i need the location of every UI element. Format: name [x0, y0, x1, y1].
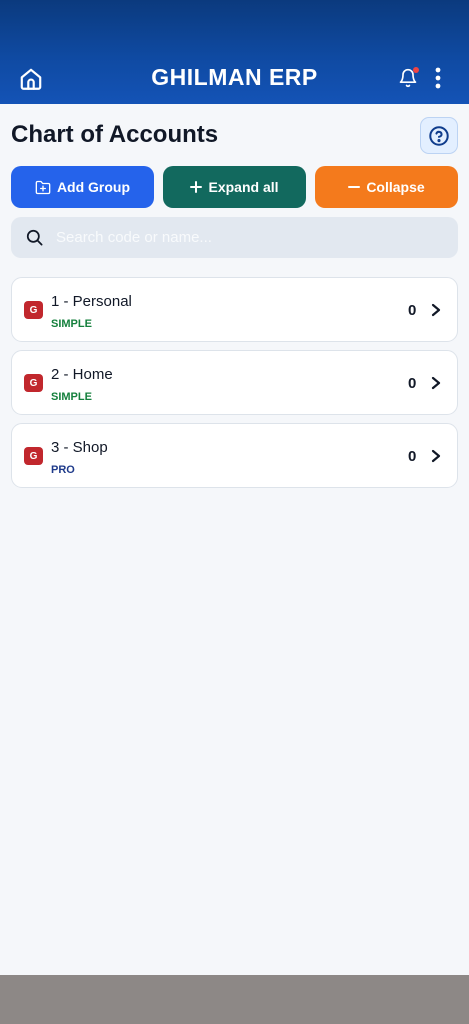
help-button[interactable]: [420, 117, 458, 154]
chevron-right-icon: [429, 374, 443, 392]
action-bar: Add Group Expand all Collapse: [11, 166, 458, 208]
page-title: Chart of Accounts: [11, 121, 219, 148]
account-name: 1 - Personal: [51, 293, 132, 310]
account-row-shop[interactable]: G 3 - Shop PRO 0: [11, 423, 458, 488]
collapse-label: Collapse: [366, 179, 425, 195]
notifications-button[interactable]: [394, 63, 422, 93]
minus-icon: [348, 186, 361, 188]
search-input[interactable]: [56, 229, 436, 246]
chevron-right-icon: [429, 447, 443, 465]
folder-plus-icon: [35, 180, 51, 194]
chevron-right-icon: [429, 301, 443, 319]
expand-all-button[interactable]: Expand all: [163, 166, 306, 208]
account-type: PRO: [51, 464, 75, 476]
expand-all-label: Expand all: [208, 179, 279, 195]
add-group-button[interactable]: Add Group: [11, 166, 154, 208]
search-icon: [26, 229, 43, 246]
account-row-home[interactable]: G 2 - Home SIMPLE 0: [11, 350, 458, 415]
account-type: SIMPLE: [51, 391, 92, 403]
add-group-label: Add Group: [56, 179, 131, 195]
more-menu-button[interactable]: [428, 63, 448, 93]
account-count: 0: [408, 375, 417, 392]
help-circle-icon: [429, 125, 449, 146]
account-name: 3 - Shop: [51, 439, 108, 456]
search-bar: [11, 217, 458, 258]
account-name: 2 - Home: [51, 366, 113, 383]
group-badge: G: [24, 374, 43, 392]
system-navigation-bar: [0, 975, 469, 1024]
group-badge: G: [24, 447, 43, 465]
more-vertical-icon: [435, 67, 441, 89]
collapse-button[interactable]: Collapse: [315, 166, 458, 208]
account-count: 0: [408, 302, 417, 319]
app-header: GHILMAN ERP: [0, 0, 469, 104]
plus-icon: [190, 181, 203, 193]
account-list: G 1 - Personal SIMPLE 0 G 2 - Home SIMPL…: [11, 277, 458, 496]
account-type: SIMPLE: [51, 318, 92, 330]
notification-dot: [413, 67, 419, 73]
group-badge: G: [24, 301, 43, 319]
account-row-personal[interactable]: G 1 - Personal SIMPLE 0: [11, 277, 458, 342]
account-count: 0: [408, 448, 417, 465]
